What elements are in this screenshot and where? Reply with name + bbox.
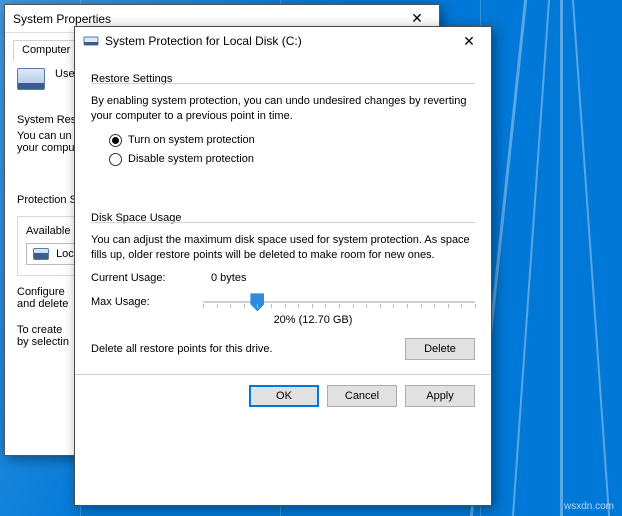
close-icon[interactable]: ✕ (449, 29, 489, 53)
current-usage-value: 0 bytes (211, 272, 246, 284)
drive-icon (83, 33, 99, 49)
cancel-button[interactable]: Cancel (327, 385, 397, 407)
apply-button[interactable]: Apply (405, 385, 475, 407)
radio-turn-on[interactable]: Turn on system protection (109, 134, 475, 147)
radio-icon (109, 134, 122, 147)
dialog-title: System Protection for Local Disk (C:) (105, 34, 449, 48)
system-protection-dialog: System Protection for Local Disk (C:) ✕ … (74, 26, 492, 506)
slider-value-text: 20% (12.70 GB) (203, 314, 423, 326)
max-usage-slider[interactable] (203, 294, 475, 310)
radio-label: Turn on system protection (128, 134, 255, 146)
disk-space-section: Disk Space Usage You can adjust the maxi… (91, 204, 475, 361)
computer-icon (17, 68, 45, 90)
light-beam (560, 0, 563, 516)
light-beam (572, 0, 610, 516)
watermark: wsxdn.com (564, 501, 614, 512)
radio-label: Disable system protection (128, 153, 254, 165)
ok-button[interactable]: OK (249, 385, 319, 407)
current-usage-row: Current Usage: 0 bytes (91, 272, 475, 284)
max-usage-label: Max Usage: (91, 296, 191, 308)
window-title: System Properties (13, 12, 397, 26)
separator (75, 374, 491, 375)
use-label: Use (55, 68, 75, 80)
drive-icon (33, 248, 49, 260)
restore-description: By enabling system protection, you can u… (91, 94, 475, 124)
disk-description: You can adjust the maximum disk space us… (91, 233, 475, 263)
dialog-buttons: OK Cancel Apply (91, 385, 475, 417)
current-usage-label: Current Usage: (91, 272, 191, 284)
radio-icon (109, 153, 122, 166)
radio-disable[interactable]: Disable system protection (109, 153, 475, 166)
delete-button[interactable]: Delete (405, 338, 475, 360)
titlebar[interactable]: System Protection for Local Disk (C:) ✕ (75, 27, 491, 55)
restore-settings-section: Restore Settings By enabling system prot… (91, 65, 475, 166)
slider-thumb[interactable] (250, 293, 264, 311)
delete-description: Delete all restore points for this drive… (91, 343, 395, 355)
